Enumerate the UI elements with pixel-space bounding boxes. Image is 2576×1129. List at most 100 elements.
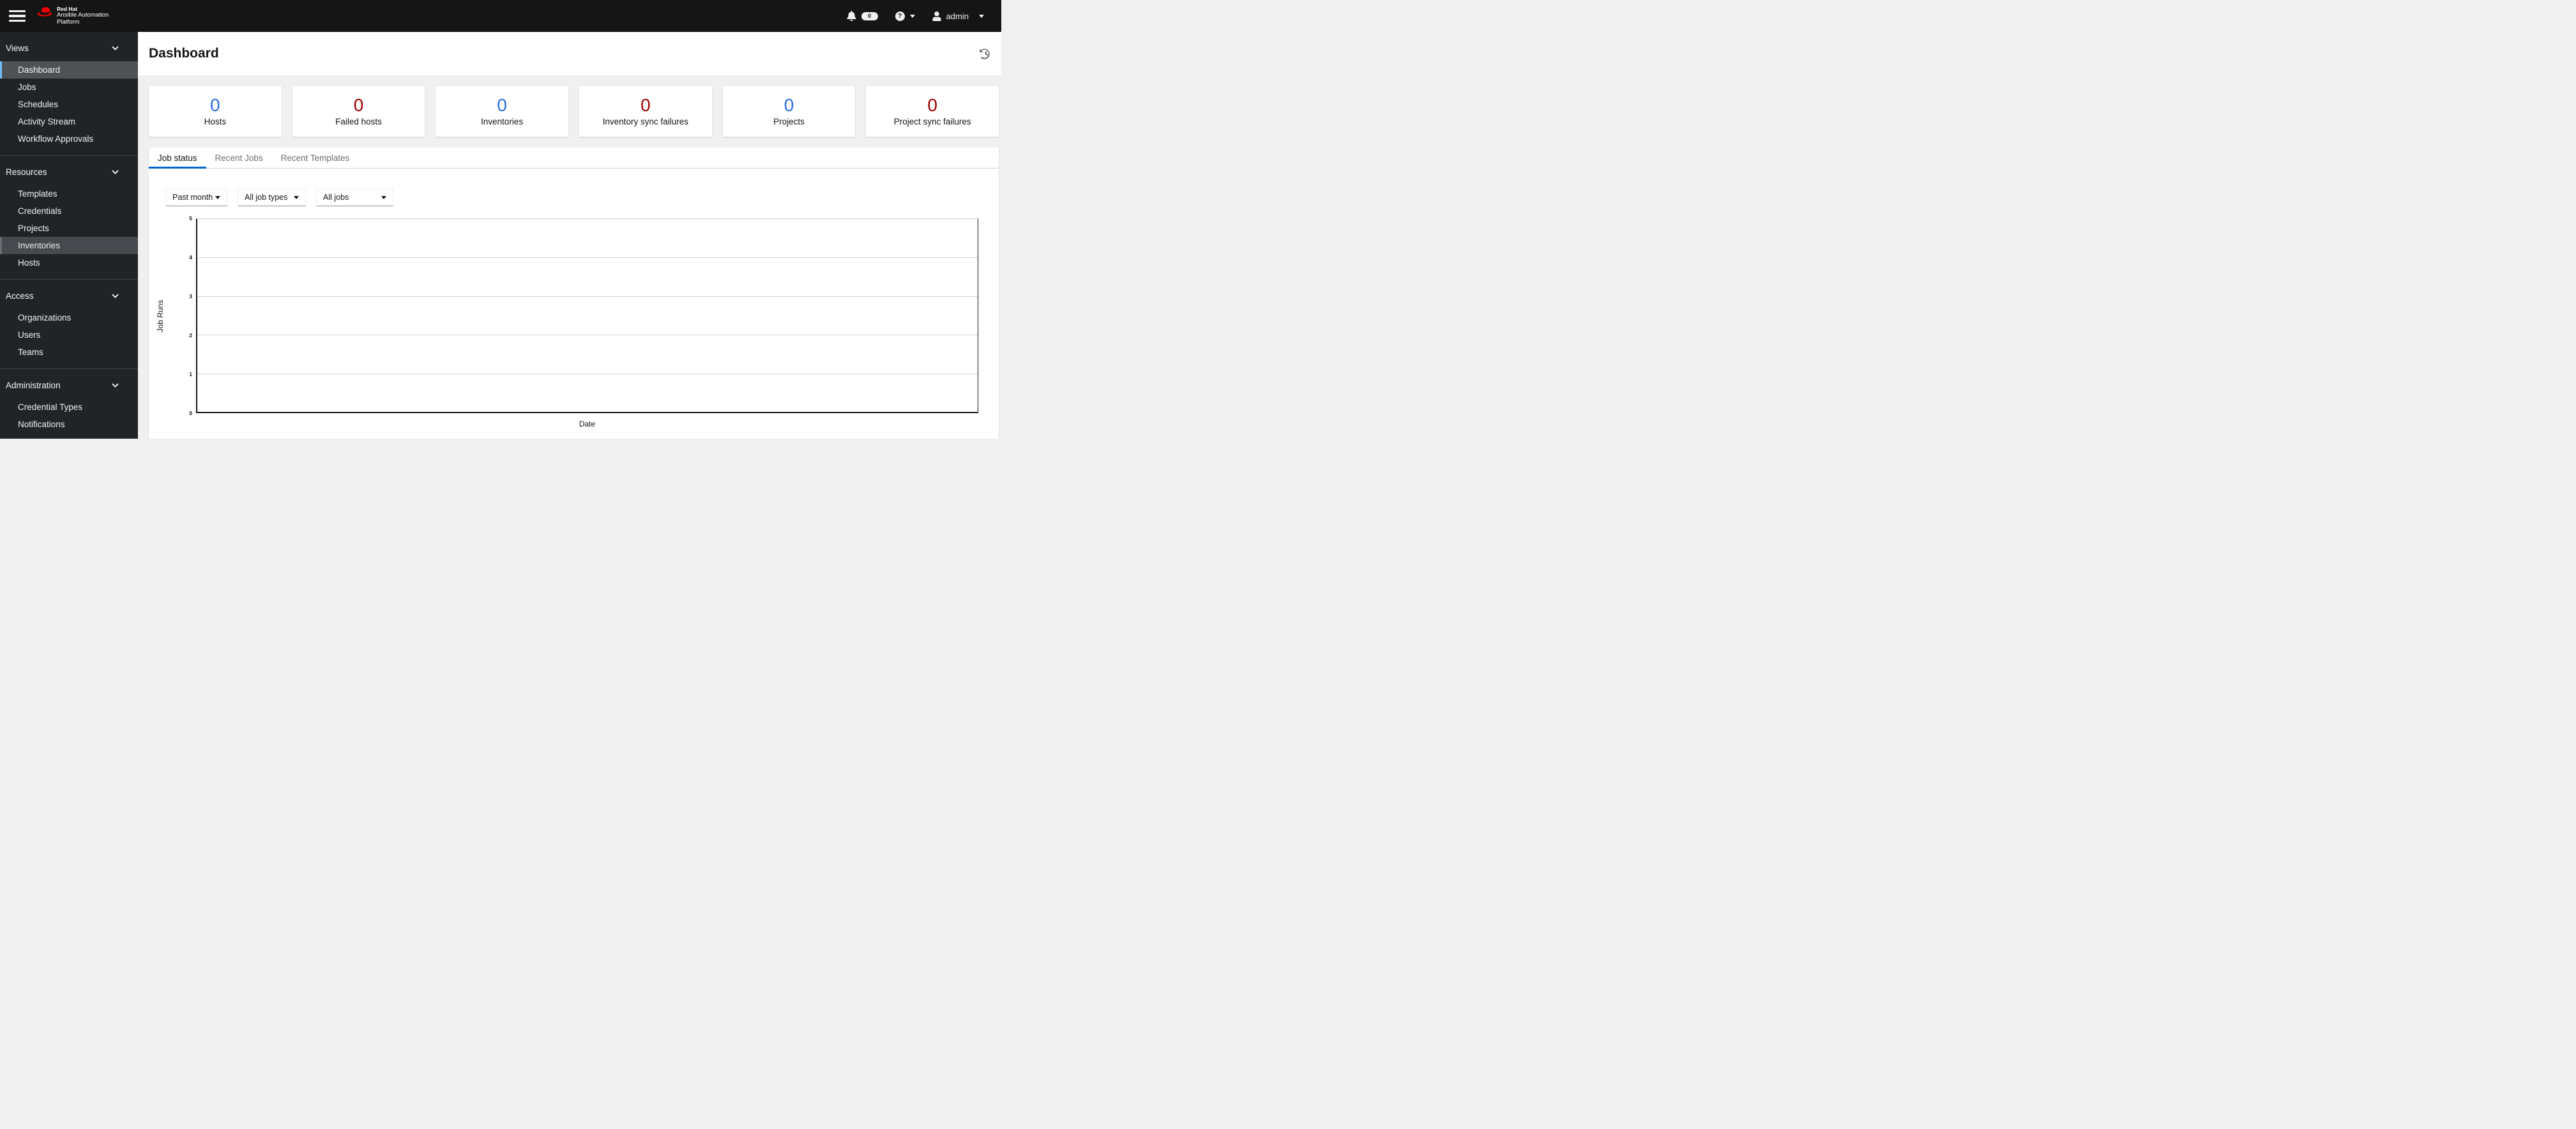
stat-card-hosts: 0 Hosts (149, 86, 282, 137)
sidebar-item-teams[interactable]: Teams (0, 344, 138, 361)
nav-section-resources-header[interactable]: Resources (0, 163, 138, 180)
job-status-panel: Job status Recent Jobs Recent Templates … (149, 148, 999, 439)
nav-item-label: Workflow Approvals (18, 134, 94, 144)
page-header: Dashboard (138, 32, 1001, 75)
stat-card-inventories: 0 Inventories (436, 86, 569, 137)
stat-card-label: Hosts (204, 117, 227, 126)
dashboard-history-button[interactable] (979, 48, 990, 59)
app-window: Red Hat Ansible Automation Platform 0 ? … (0, 0, 1001, 439)
nav-item-label: Activity Stream (18, 117, 76, 126)
sidebar-item-activity-stream[interactable]: Activity Stream (0, 113, 138, 130)
chevron-down-icon (909, 14, 915, 18)
panel-tabs: Job status Recent Jobs Recent Templates (149, 148, 999, 169)
y-axis-tick: 3 (189, 293, 192, 299)
nav-item-label: Templates (18, 189, 57, 199)
nav-item-label: Jobs (18, 82, 36, 92)
help-menu-button[interactable]: ? (895, 11, 915, 21)
sidebar-item-organizations[interactable]: Organizations (0, 309, 138, 326)
y-axis-tick: 4 (189, 254, 192, 261)
chevron-down-icon (112, 45, 119, 50)
tab-recent-jobs[interactable]: Recent Jobs (206, 148, 272, 168)
nav-section-access: Access Organizations Users Teams (0, 279, 138, 368)
brand-logo: Red Hat Ansible Automation Platform (36, 6, 109, 26)
failed-hosts-count-link[interactable]: 0 (354, 96, 364, 114)
sidebar-item-credentials[interactable]: Credentials (0, 202, 138, 220)
sidebar-item-credential-types[interactable]: Credential Types (0, 398, 138, 416)
tab-job-status[interactable]: Job status (149, 148, 206, 169)
sidebar-item-notifications[interactable]: Notifications (0, 416, 138, 433)
chevron-down-icon (215, 195, 220, 199)
chart-filters: Past month All job types All jobs (165, 188, 999, 206)
nav-section-administration-header[interactable]: Administration (0, 377, 138, 393)
project-sync-failures-count-link[interactable]: 0 (927, 96, 937, 114)
sidebar-nav: Views Dashboard Jobs Schedules Activity … (0, 32, 138, 439)
y-axis-tick: 1 (189, 371, 192, 377)
inventories-count-link[interactable]: 0 (497, 96, 507, 114)
sidebar-item-jobs[interactable]: Jobs (0, 79, 138, 96)
sidebar-item-workflow-approvals[interactable]: Workflow Approvals (0, 130, 138, 148)
nav-section-label: Views (6, 43, 29, 53)
stat-card-label: Projects (773, 117, 805, 126)
question-circle-icon: ? (895, 11, 905, 21)
sidebar-item-dashboard[interactable]: Dashboard (0, 61, 138, 79)
nav-item-label: Credential Types (18, 402, 83, 412)
projects-count-link[interactable]: 0 (784, 96, 794, 114)
nav-toggle-button[interactable] (9, 10, 26, 22)
tab-recent-templates[interactable]: Recent Templates (272, 148, 359, 168)
inventory-sync-failures-count-link[interactable]: 0 (640, 96, 651, 114)
nav-item-label: Teams (18, 347, 43, 357)
jobs-select[interactable]: All jobs (316, 188, 393, 206)
stat-cards-row: 0 Hosts 0 Failed hosts 0 Inventories 0 I… (149, 86, 999, 137)
job-type-select-value: All job types (245, 193, 288, 202)
hosts-count-link[interactable]: 0 (210, 96, 220, 114)
stat-card-label: Inventory sync failures (602, 117, 688, 126)
stat-card-failed-hosts: 0 Failed hosts (292, 86, 425, 137)
y-axis-title: Job Runs (156, 299, 165, 332)
nav-section-views: Views Dashboard Jobs Schedules Activity … (0, 32, 138, 155)
notifications-button[interactable]: 0 (847, 11, 878, 21)
notifications-count-badge: 0 (861, 11, 878, 20)
stat-card-label: Inventories (481, 117, 524, 126)
nav-section-label: Administration (6, 380, 61, 390)
nav-item-label: Schedules (18, 100, 59, 109)
sidebar-item-projects[interactable]: Projects (0, 220, 138, 237)
user-menu-button[interactable]: admin (932, 11, 984, 21)
x-axis-title: Date (579, 420, 596, 428)
chart-plot-area (196, 218, 978, 413)
stat-card-project-sync-failures: 0 Project sync failures (866, 86, 999, 137)
job-runs-chart: Job Runs 5 4 3 2 1 0 Date (156, 215, 978, 428)
chevron-down-icon (112, 383, 119, 388)
sidebar-item-templates[interactable]: Templates (0, 185, 138, 202)
sidebar-item-users[interactable]: Users (0, 326, 138, 344)
gridline (197, 257, 978, 259)
stat-card-projects: 0 Projects (722, 86, 856, 137)
nav-item-label: Users (18, 330, 41, 340)
user-icon (932, 11, 941, 21)
period-select[interactable]: Past month (165, 188, 227, 206)
y-axis-tick: 2 (189, 332, 192, 338)
nav-item-label: Dashboard (18, 65, 61, 75)
nav-section-label: Access (6, 291, 34, 301)
jobs-select-value: All jobs (323, 193, 349, 202)
sidebar-item-schedules[interactable]: Schedules (0, 96, 138, 113)
nav-item-label: Hosts (18, 258, 40, 268)
chevron-down-icon (112, 293, 119, 298)
nav-item-label: Inventories (18, 241, 61, 250)
stat-card-inventory-sync-failures: 0 Inventory sync failures (579, 86, 712, 137)
sidebar-item-hosts[interactable]: Hosts (0, 254, 138, 271)
nav-section-access-header[interactable]: Access (0, 287, 138, 304)
job-type-select[interactable]: All job types (238, 188, 306, 206)
y-axis-tick: 5 (189, 215, 192, 222)
stat-card-label: Project sync failures (893, 117, 971, 126)
nav-section-views-header[interactable]: Views (0, 40, 138, 56)
sidebar-item-inventories[interactable]: Inventories (0, 237, 138, 254)
page-title: Dashboard (149, 46, 219, 61)
stat-card-label: Failed hosts (335, 117, 382, 126)
nav-item-label: Organizations (18, 313, 72, 322)
topbar: Red Hat Ansible Automation Platform 0 ? … (0, 0, 1001, 32)
main-area: Dashboard 0 Hosts 0 Failed hosts 0 Inven… (138, 32, 1001, 439)
nav-item-label: Notifications (18, 420, 65, 429)
topbar-actions: 0 ? admin (847, 11, 1001, 21)
chevron-down-icon (381, 195, 386, 199)
gridline (197, 296, 978, 297)
